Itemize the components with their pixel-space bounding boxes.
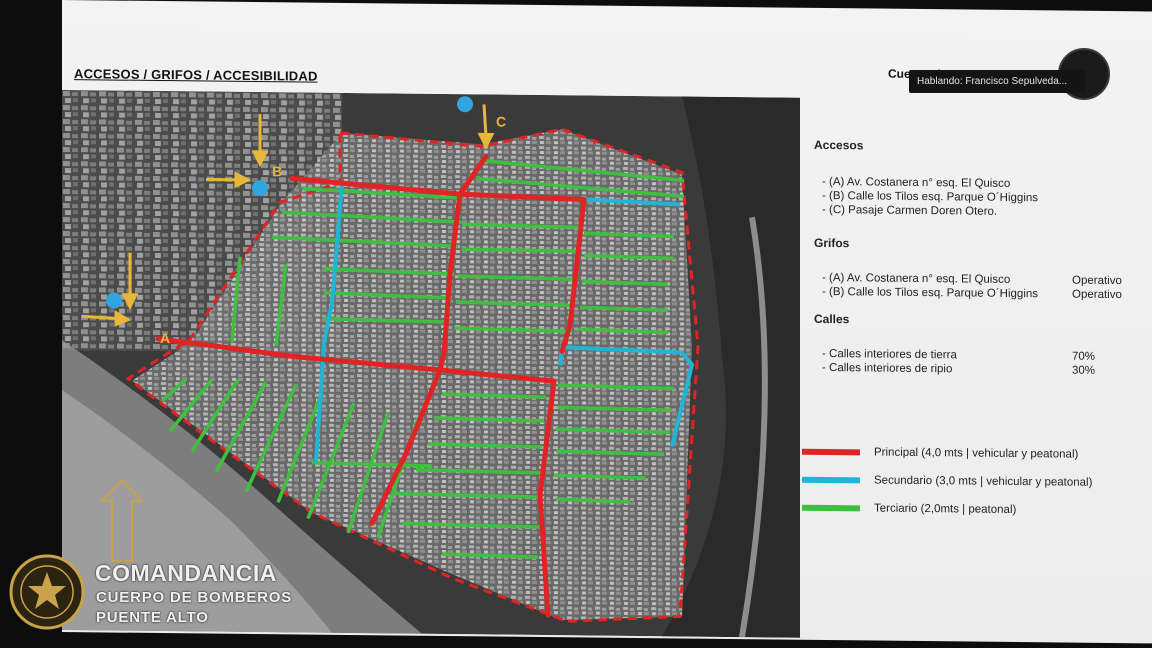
legend-swatch-secundario	[802, 476, 860, 484]
legend-label: Secundario (3,0 mts | vehicular y peaton…	[874, 474, 1093, 489]
brand-watermark: COMANDANCIA CUERPO DE BOMBEROS PUENTE AL…	[0, 548, 360, 638]
fire-department-emblem-icon	[9, 554, 85, 630]
legend-swatch-terciario	[802, 504, 860, 512]
access-label-c: C	[496, 114, 506, 130]
acceso-item: - (B) Calle los Tilos esq. Parque O´Higg…	[822, 189, 1039, 205]
calle-row: - Calles interiores de ripio 30%	[822, 362, 1134, 377]
grifo-status: Operativo	[1072, 274, 1122, 288]
grifos-heading: Grifos	[814, 235, 850, 251]
grifo-name: - (A) Av. Costanera n° esq. El Quisco	[822, 271, 1011, 286]
calle-name: - Calles interiores de tierra	[822, 347, 957, 362]
legend-label: Principal (4,0 mts | vehicular y peatona…	[874, 446, 1079, 461]
legend-label: Terciario (2,0mts | peatonal)	[874, 502, 1017, 516]
grifo-row: - (B) Calle los Tilos esq. Parque O´Higg…	[822, 286, 1134, 301]
acceso-item: - (A) Av. Costanera n° esq. El Quisco	[822, 175, 1011, 190]
street-legend: Principal (4,0 mts | vehicular y peatona…	[802, 438, 1132, 525]
calle-percent: 30%	[1072, 364, 1096, 377]
calle-name: - Calles interiores de ripio	[822, 361, 953, 376]
calle-percent: 70%	[1072, 350, 1096, 363]
brand-line-2: CUERPO DE BOMBEROS	[96, 589, 293, 606]
brand-line-3: PUENTE ALTO	[96, 609, 209, 626]
access-label-a: A	[160, 330, 170, 346]
legend-secundario: Secundario (3,0 mts | vehicular y peaton…	[802, 466, 1132, 497]
grifo-row: - (A) Av. Costanera n° esq. El Quisco Op…	[822, 272, 1134, 287]
grifo-name: - (B) Calle los Tilos esq. Parque O´Higg…	[822, 285, 1039, 301]
info-panel: Accesos - (A) Av. Costanera n° esq. El Q…	[814, 138, 1134, 379]
speaker-indicator: Hablando: Francisco Sepulveda...	[909, 70, 1085, 93]
calle-row: - Calles interiores de tierra 70%	[822, 348, 1134, 363]
acceso-item: - (C) Pasaje Carmen Doren Otero.	[822, 203, 998, 218]
slide-title: ACCESOS / GRIFOS / ACCESIBILIDAD	[74, 66, 318, 84]
accesos-heading: Accesos	[814, 137, 864, 153]
legend-terciario: Terciario (2,0mts | peatonal)	[802, 494, 1132, 525]
brand-line-1: COMANDANCIA	[95, 560, 277, 586]
legend-principal: Principal (4,0 mts | vehicular y peatona…	[802, 438, 1132, 469]
calles-heading: Calles	[814, 311, 850, 327]
grifo-status: Operativo	[1072, 288, 1122, 302]
legend-swatch-principal	[802, 448, 860, 456]
access-label-b: B	[272, 163, 282, 179]
presentation-slide: ACCESOS / GRIFOS / ACCESIBILIDAD Cuerpo …	[62, 0, 1152, 644]
